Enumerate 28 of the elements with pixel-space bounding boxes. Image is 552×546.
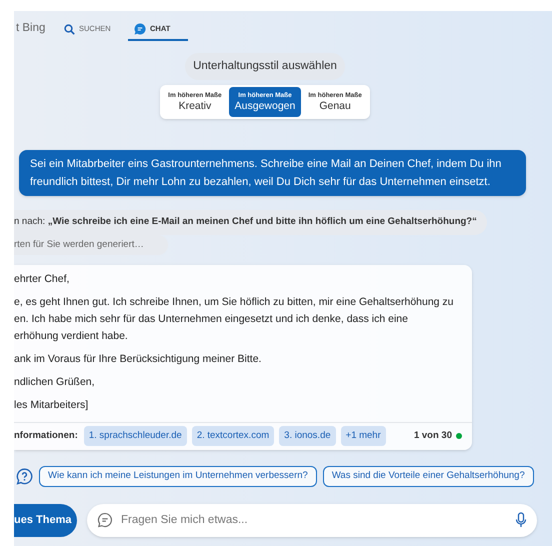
chat-icon [97, 512, 113, 528]
search-status: n nach: „Wie schreibe ich eine E-Mail an meinen Chef und bitte ihn höflich um eine Gehaltserhöhung?“ [14, 210, 487, 234]
chat-bubble-icon [134, 23, 146, 35]
answer-text: erhöhung verdient habe. [14, 328, 128, 344]
user-message: Sei ein Mitabrbeiter eins Gastrounternehmens. Schreibe eine Mail an Deinen Chef, indem Du ihn freundlich bittest, Dir mehr Lohn zu bezahlen, weil Du Dich sehr für das Unternehmen einsetzt. [19, 150, 526, 196]
source-link[interactable]: 3. ionos.de [279, 426, 336, 446]
answer-text: les Mitarbeiters] [14, 398, 88, 413]
response-counter: 1 von 30 [414, 429, 452, 444]
answer-text: e, es geht Ihnen gut. Ich schreibe Ihnen, um Sie höflich zu bitten, mir eine Gehaltserhöhung zu [14, 294, 454, 310]
help-icon [16, 468, 33, 485]
microphone-icon[interactable] [515, 512, 527, 528]
answer-text: en. Ich habe mich sehr für das Unternehmen eingesetzt und ich denke, dass ich eine [14, 312, 408, 327]
generating-status: rten für Sie werden generiert… [14, 234, 168, 255]
answer-text: ank im Voraus für Ihre Berücksichtigung meiner Bitte. [14, 352, 262, 367]
source-link[interactable]: 1. sprachschleuder.de [84, 426, 187, 446]
chat-input[interactable]: Fragen Sie mich etwas... [87, 504, 537, 537]
source-link[interactable]: 2. textcortex.com [192, 426, 274, 446]
style-heading: Unterhaltungsstil auswählen [185, 53, 345, 80]
suggestion-chip[interactable]: Wie kann ich meine Leistungen im Unternehmen verbessern? [39, 466, 317, 487]
source-link[interactable]: +1 mehr [340, 426, 386, 446]
bing-tab[interactable]: t Bing [14, 19, 58, 41]
answer-text: ndlichen Grüßen, [14, 374, 95, 390]
answer-text: ehrter Chef, [14, 272, 70, 287]
input-field[interactable]: Fragen Sie mich etwas... [121, 512, 507, 529]
new-topic-button[interactable]: ues Thema [14, 504, 77, 537]
sources-label: nformationen: [14, 429, 78, 444]
suggestion-chip[interactable]: Was sind die Vorteile einer Gehaltserhöhung? [322, 466, 534, 487]
search-icon [64, 24, 75, 34]
